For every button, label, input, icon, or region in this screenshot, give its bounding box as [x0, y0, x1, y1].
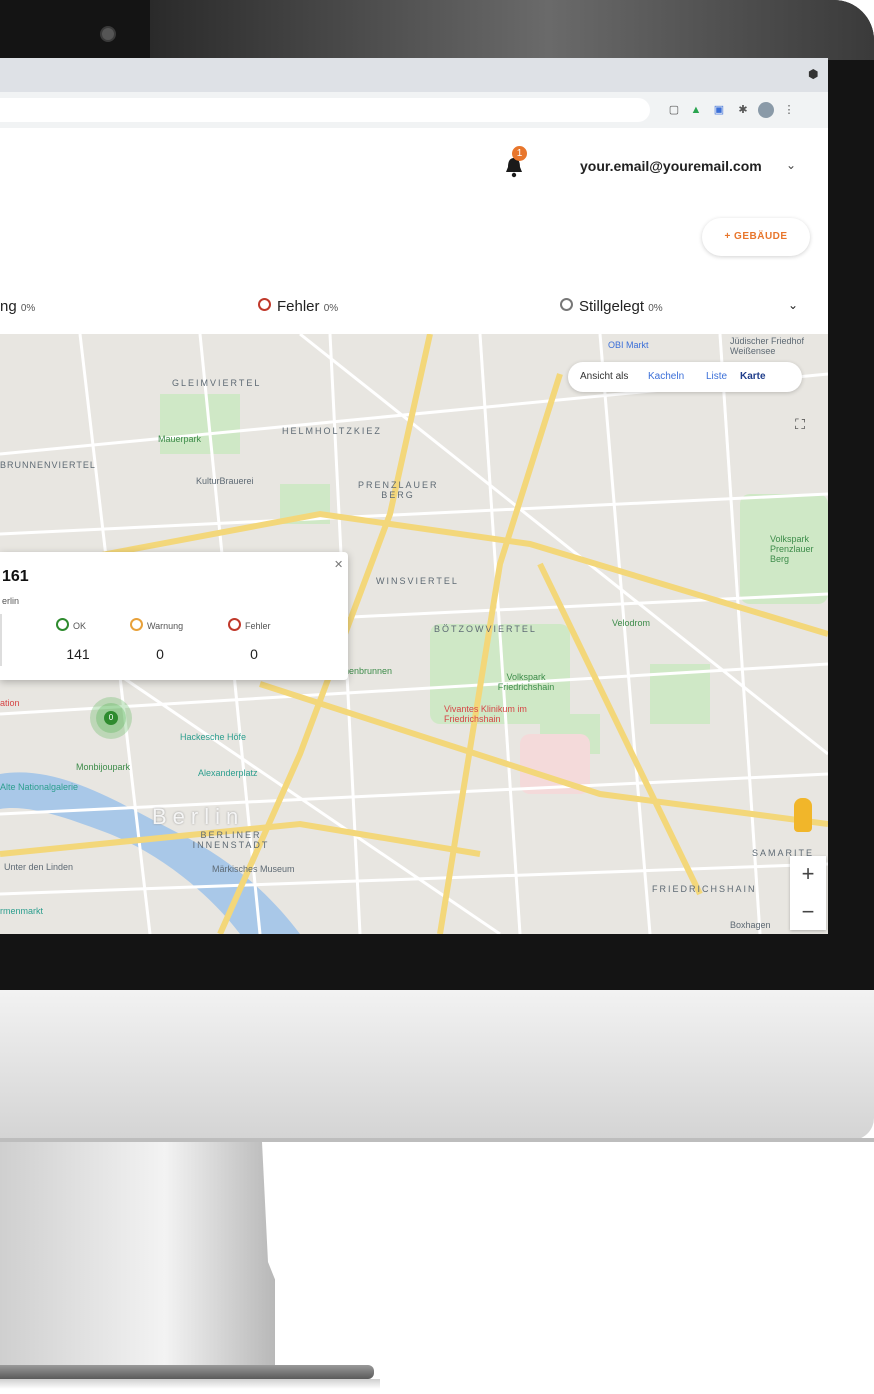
poi-label[interactable]: Boxhagen: [730, 920, 771, 930]
monitor-chin-edge: [0, 1138, 874, 1142]
drive-icon[interactable]: ▲: [689, 103, 703, 117]
view-switch: Ansicht als Kacheln Liste Karte: [568, 362, 802, 392]
poi-label[interactable]: Monbijoupark: [76, 762, 130, 772]
poi-label[interactable]: Vivantes Klinikum im Friedrichshain: [444, 704, 544, 724]
district-label: BERLINER INNENSTADT: [192, 830, 270, 850]
close-icon[interactable]: ✕: [334, 558, 343, 571]
zoom-control: + −: [790, 856, 826, 930]
chevron-down-icon[interactable]: ⌄: [786, 158, 796, 172]
monitor-stand: [0, 1142, 275, 1372]
poi-label[interactable]: Unter den Linden: [4, 862, 73, 872]
district-label: WINSVIERTEL: [376, 576, 459, 586]
popup-stat-ok-value: 141: [66, 646, 90, 662]
error-ring-icon: [228, 618, 241, 631]
poi-label[interactable]: rmenmarkt: [0, 906, 43, 916]
street-view-pegman-icon[interactable]: [794, 798, 812, 832]
poi-label[interactable]: KulturBrauerei: [196, 476, 254, 486]
screen: ⬢ ▢ ▲ ▣ ✱ ⋮ 1 your.email@youremail.com ⌄…: [0, 58, 828, 934]
status-filter-fehler[interactable]: Fehler 0%: [258, 298, 338, 315]
poi-label[interactable]: OBI Markt: [608, 340, 649, 350]
zoom-in-button[interactable]: +: [790, 856, 826, 892]
browser-menu-icon[interactable]: ⋮: [782, 103, 796, 117]
view-option-karte[interactable]: Karte: [740, 371, 766, 382]
popup-building-count: 161: [2, 568, 29, 585]
monitor-chin: [0, 990, 874, 1140]
status-filter-bar: ng 0% Fehler 0% Stillgelegt 0% ⌄: [0, 278, 828, 334]
poi-label[interactable]: ation: [0, 698, 20, 708]
district-label: HELMHOLTZKIEZ: [282, 426, 382, 436]
status-filter-warnung[interactable]: ng 0%: [0, 298, 35, 315]
view-option-kacheln[interactable]: Kacheln: [648, 371, 684, 382]
ok-ring-icon: [56, 618, 69, 631]
browser-toolbar: ▢ ▲ ▣ ✱ ⋮: [0, 92, 828, 129]
expand-chevron-icon[interactable]: ⌄: [788, 298, 798, 312]
poi-label[interactable]: Velodrom: [612, 618, 650, 628]
browser-tab-strip: ⬢: [0, 58, 828, 92]
warning-ring-icon: [130, 618, 143, 631]
popup-stat-fehler-label: Fehler: [228, 618, 271, 631]
map-info-popup: ✕ 161 erlin OK 141 Warnung 0 Fehler 0: [0, 552, 348, 680]
district-label: BÖTZOWVIERTEL: [434, 624, 537, 634]
add-building-button[interactable]: + GEBÄUDE: [702, 218, 810, 256]
screenshot-icon[interactable]: ▣: [712, 103, 726, 117]
district-label: FRIEDRICHSHAIN: [652, 884, 757, 894]
popup-stat-warnung-value: 0: [156, 646, 164, 662]
extension-square-icon[interactable]: ▢: [667, 103, 681, 117]
poi-label[interactable]: Hackesche Höfe: [180, 732, 246, 742]
poi-label[interactable]: Mauerpark: [158, 434, 201, 444]
user-email-menu[interactable]: your.email@youremail.com: [580, 158, 762, 174]
poi-label[interactable]: Jüdischer Friedhof Weißensee: [730, 336, 826, 356]
browser-shield-icon[interactable]: ⬢: [808, 67, 822, 81]
inactive-ring-icon: [560, 298, 573, 311]
poi-label[interactable]: Alte Nationalgalerie: [0, 782, 78, 792]
popup-stat-ok-label: OK: [56, 618, 86, 631]
poi-label[interactable]: Volkspark Prenzlauer Berg: [770, 534, 826, 564]
monitor-top-reflection: [150, 0, 874, 60]
popup-divider: [0, 614, 2, 666]
monitor-shadow: [0, 1379, 380, 1389]
view-switch-label: Ansicht als: [580, 371, 629, 382]
extensions-puzzle-icon[interactable]: ✱: [736, 103, 750, 117]
app-header: 1 your.email@youremail.com ⌄: [0, 128, 828, 203]
camera-icon: [100, 26, 116, 42]
map[interactable]: GLEIMVIERTEL HELMHOLTZKIEZ PRENZLAUER BE…: [0, 334, 828, 934]
district-label: GLEIMVIERTEL: [172, 378, 262, 388]
poi-label[interactable]: Alexanderplatz: [198, 768, 258, 778]
notification-badge: 1: [512, 146, 527, 161]
popup-stat-fehler-value: 0: [250, 646, 258, 662]
monitor-stand-base: [0, 1365, 374, 1379]
district-label: PRENZLAUER BERG: [358, 480, 439, 500]
page-toolbar: + GEBÄUDE: [0, 202, 828, 279]
popup-city: erlin: [2, 596, 20, 606]
popup-stat-warnung-label: Warnung: [130, 618, 183, 631]
status-filter-stillgelegt[interactable]: Stillgelegt 0%: [560, 298, 663, 315]
zoom-out-button[interactable]: −: [790, 894, 826, 930]
address-bar[interactable]: [0, 98, 650, 122]
park-mauerpark: [160, 394, 240, 454]
poi-label[interactable]: Märkisches Museum: [212, 864, 322, 874]
cluster-count[interactable]: 0: [104, 711, 118, 725]
error-ring-icon: [258, 298, 271, 311]
profile-avatar[interactable]: [758, 102, 774, 118]
view-option-liste[interactable]: Liste: [706, 371, 727, 382]
fullscreen-icon[interactable]: ⛶: [788, 412, 812, 436]
city-label: Berlin: [152, 804, 245, 829]
poi-label[interactable]: Volkspark Friedrichshain: [486, 672, 566, 692]
district-label: BRUNNENVIERTEL: [0, 460, 96, 470]
